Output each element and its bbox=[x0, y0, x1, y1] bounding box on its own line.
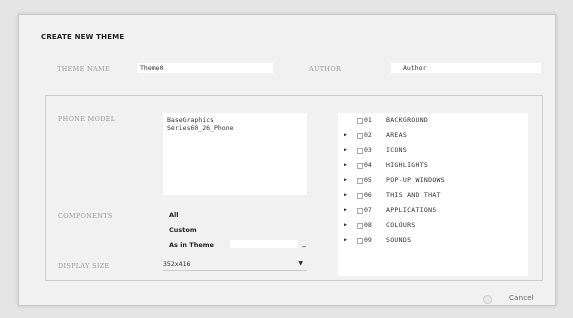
checkbox-icon[interactable] bbox=[357, 133, 363, 139]
triangle-right-icon[interactable]: ▶ bbox=[344, 192, 347, 198]
triangle-right-icon[interactable]: ▶ bbox=[344, 162, 347, 168]
list-item[interactable]: ▶ 05 POP-UP WINDOWS bbox=[338, 175, 528, 189]
theme-name-input[interactable]: Theme0 bbox=[137, 63, 273, 73]
dialog-title: CREATE NEW THEME bbox=[41, 33, 125, 41]
phone-model-label: PHONE MODEL bbox=[58, 115, 116, 123]
checkbox-icon[interactable] bbox=[357, 193, 363, 199]
item-number: 03 bbox=[364, 146, 372, 154]
item-label: ICONS bbox=[386, 146, 408, 154]
phone-model-item[interactable]: BaseGraphics bbox=[167, 116, 303, 124]
item-label: BACKGROUND bbox=[386, 116, 429, 124]
item-number: 02 bbox=[364, 131, 372, 139]
cancel-button[interactable]: Cancel bbox=[509, 294, 534, 302]
list-item[interactable]: ▶ 08 COLOURS bbox=[338, 220, 528, 234]
triangle-right-icon[interactable]: ▶ bbox=[344, 207, 347, 213]
checkbox-icon[interactable] bbox=[357, 163, 363, 169]
list-item[interactable]: 01 BACKGROUND bbox=[338, 115, 528, 129]
list-item[interactable]: ▶ 09 SOUNDS bbox=[338, 235, 528, 249]
create-theme-dialog: CREATE NEW THEME THEME NAME Theme0 AUTHO… bbox=[18, 14, 556, 306]
cancel-icon[interactable] bbox=[483, 295, 492, 304]
triangle-right-icon[interactable]: ▶ bbox=[344, 132, 347, 138]
item-label: POP-UP WINDOWS bbox=[386, 176, 445, 184]
item-label: COLOURS bbox=[386, 221, 416, 229]
item-label: THIS AND THAT bbox=[386, 191, 441, 199]
display-size-select[interactable]: 352x416 ▼ bbox=[163, 259, 307, 271]
item-number: 06 bbox=[364, 191, 372, 199]
list-item[interactable]: ▶ 02 AREAS bbox=[338, 130, 528, 144]
item-number: 07 bbox=[364, 206, 372, 214]
phone-model-item[interactable]: Series60_26_Phone bbox=[167, 124, 303, 132]
checkbox-icon[interactable] bbox=[357, 238, 363, 244]
triangle-right-icon[interactable]: ▶ bbox=[344, 177, 347, 183]
checkbox-icon[interactable] bbox=[357, 208, 363, 214]
checkbox-icon[interactable] bbox=[357, 223, 363, 229]
item-number: 08 bbox=[364, 221, 372, 229]
display-size-value: 352x416 bbox=[163, 260, 191, 268]
item-number: 09 bbox=[364, 236, 372, 244]
triangle-right-icon[interactable]: ▶ bbox=[344, 147, 347, 153]
author-label: AUTHOR bbox=[309, 65, 342, 73]
component-option-custom[interactable]: Custom bbox=[169, 226, 197, 234]
item-number: 01 bbox=[364, 116, 372, 124]
component-list[interactable]: 01 BACKGROUND ▶ 02 AREAS ▶ 03 ICONS ▶ 04… bbox=[338, 113, 528, 276]
author-input[interactable]: Author bbox=[391, 63, 541, 73]
triangle-right-icon[interactable]: ▶ bbox=[344, 222, 347, 228]
theme-settings-panel: PHONE MODEL BaseGraphics Series60_26_Pho… bbox=[45, 95, 543, 281]
item-label: SOUNDS bbox=[386, 236, 412, 244]
list-item[interactable]: ▶ 03 ICONS bbox=[338, 145, 528, 159]
list-item[interactable]: ▶ 04 HIGHLIGHTS bbox=[338, 160, 528, 174]
component-option-all[interactable]: All bbox=[169, 211, 179, 219]
browse-button[interactable]: _ bbox=[302, 238, 306, 247]
item-number: 04 bbox=[364, 161, 372, 169]
as-in-theme-input[interactable] bbox=[230, 240, 298, 248]
triangle-right-icon[interactable]: ▶ bbox=[344, 237, 347, 243]
display-size-label: DISPLAY SIZE bbox=[58, 262, 110, 270]
chevron-down-icon: ▼ bbox=[298, 260, 303, 267]
item-label: APPLICATIONS bbox=[386, 206, 437, 214]
phone-model-list[interactable]: BaseGraphics Series60_26_Phone bbox=[163, 113, 307, 195]
item-number: 05 bbox=[364, 176, 372, 184]
theme-name-label: THEME NAME bbox=[57, 65, 110, 73]
item-label: HIGHLIGHTS bbox=[386, 161, 429, 169]
item-label: AREAS bbox=[386, 131, 408, 139]
checkbox-icon[interactable] bbox=[357, 148, 363, 154]
component-option-as-in-theme[interactable]: As in Theme bbox=[169, 241, 214, 249]
checkbox-icon[interactable] bbox=[357, 118, 363, 124]
components-label: COMPONENTS bbox=[58, 212, 113, 220]
list-item[interactable]: ▶ 07 APPLICATIONS bbox=[338, 205, 528, 219]
list-item[interactable]: ▶ 06 THIS AND THAT bbox=[338, 190, 528, 204]
checkbox-icon[interactable] bbox=[357, 178, 363, 184]
